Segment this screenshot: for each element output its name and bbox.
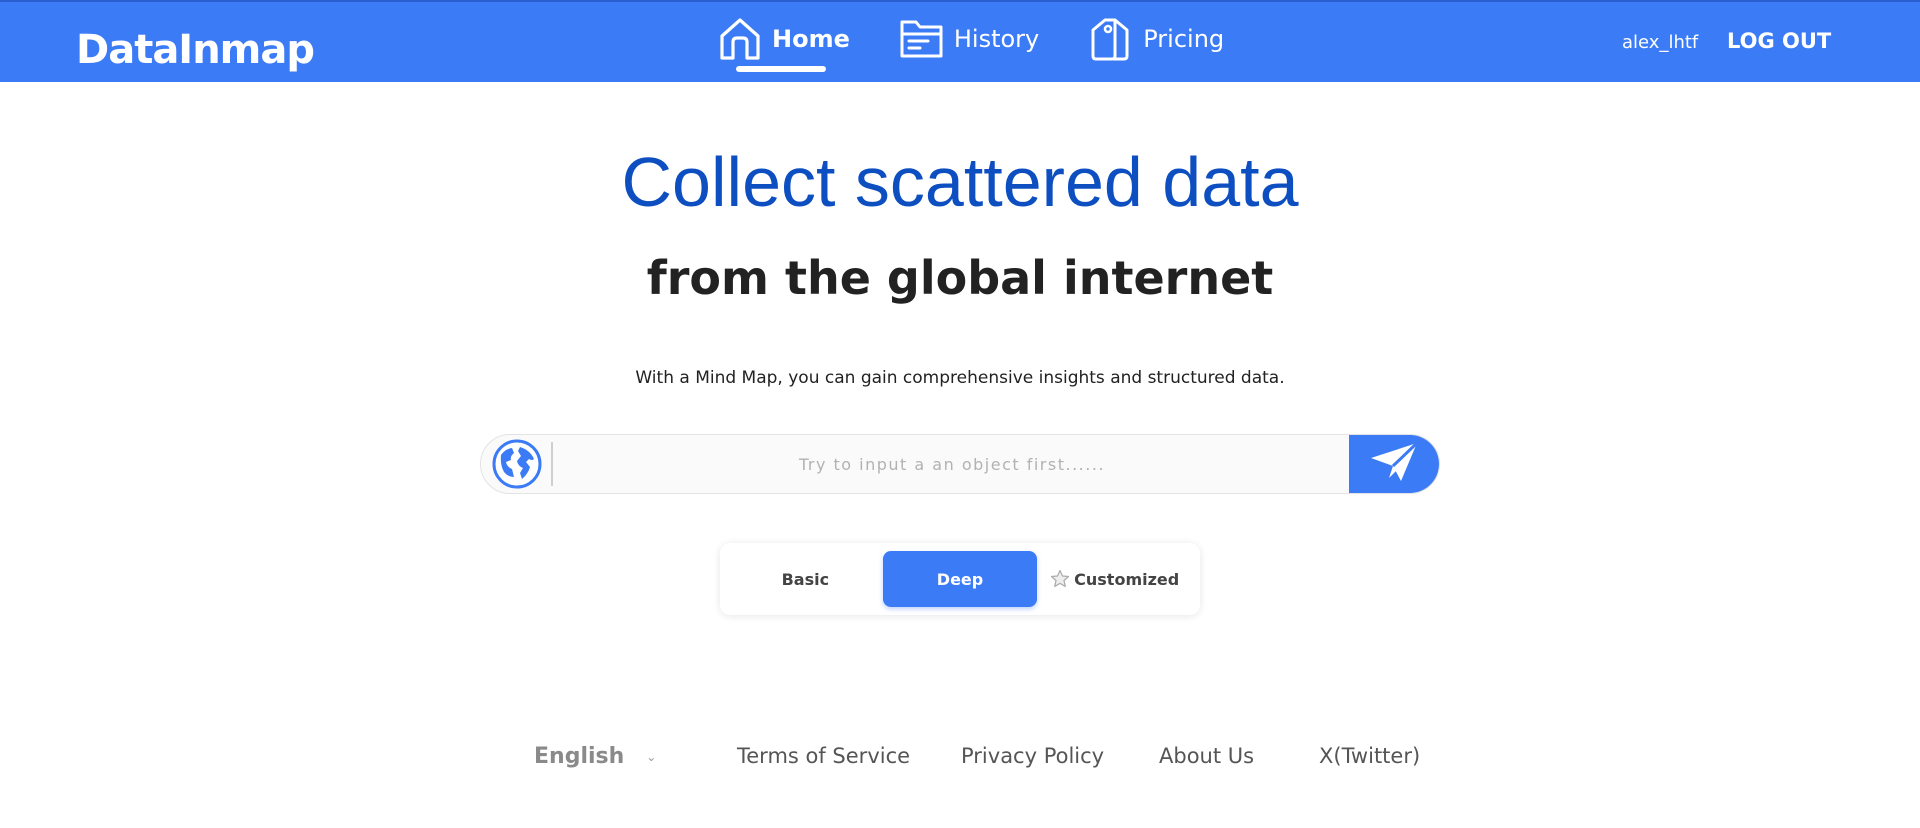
search-input[interactable] <box>553 436 1349 492</box>
mode-basic-label: Basic <box>781 569 830 589</box>
hero-title: Collect scattered data <box>621 143 1299 221</box>
mode-customized-label: Customized <box>1074 569 1180 589</box>
nav-pricing-label: Pricing <box>1143 25 1225 53</box>
globe-icon[interactable] <box>491 438 543 490</box>
mode-deep-button[interactable]: Deep <box>882 551 1038 607</box>
privacy-policy-link[interactable]: Privacy Policy <box>961 744 1104 768</box>
chevron-down-icon: ⌄ <box>646 749 657 764</box>
nav-history-label: History <box>953 25 1040 53</box>
price-tag-icon <box>1087 15 1135 63</box>
search-bar <box>480 434 1440 494</box>
paper-plane-icon <box>1368 440 1420 488</box>
nav-home[interactable]: Home <box>716 14 850 72</box>
mode-customized-button[interactable]: Customized <box>1037 551 1192 607</box>
nav-pricing[interactable]: Pricing <box>1087 14 1224 64</box>
mode-basic-button[interactable]: Basic <box>728 551 883 607</box>
datainmap-logo[interactable]: DataInmap <box>76 16 315 70</box>
top-navbar: DataInmap Home History Pricing alex_lhtf… <box>0 0 1920 82</box>
search-mode-selector: Basic Deep Customized <box>720 543 1200 615</box>
twitter-link[interactable]: X(Twitter) <box>1319 744 1420 768</box>
main-nav: Home History Pricing <box>716 14 1272 76</box>
language-selector[interactable]: English ⌄ <box>534 744 656 769</box>
home-icon <box>716 15 764 63</box>
language-label: English <box>534 744 625 769</box>
folder-icon <box>898 15 946 63</box>
send-button[interactable] <box>1349 435 1439 493</box>
nav-history[interactable]: History <box>898 14 1039 64</box>
terms-of-service-link[interactable]: Terms of Service <box>737 744 910 768</box>
star-icon <box>1050 569 1070 589</box>
hero-subtitle: from the global internet <box>646 251 1274 305</box>
logout-button[interactable]: LOG OUT <box>1727 29 1831 53</box>
username-link[interactable]: alex_lhtf <box>1622 32 1698 53</box>
about-us-link[interactable]: About Us <box>1159 744 1254 768</box>
mode-deep-label: Deep <box>936 569 984 589</box>
hero-description: With a Mind Map, you can gain comprehens… <box>635 368 1285 388</box>
nav-home-label: Home <box>772 25 850 53</box>
footer: English ⌄ Terms of Service Privacy Polic… <box>0 744 1920 776</box>
